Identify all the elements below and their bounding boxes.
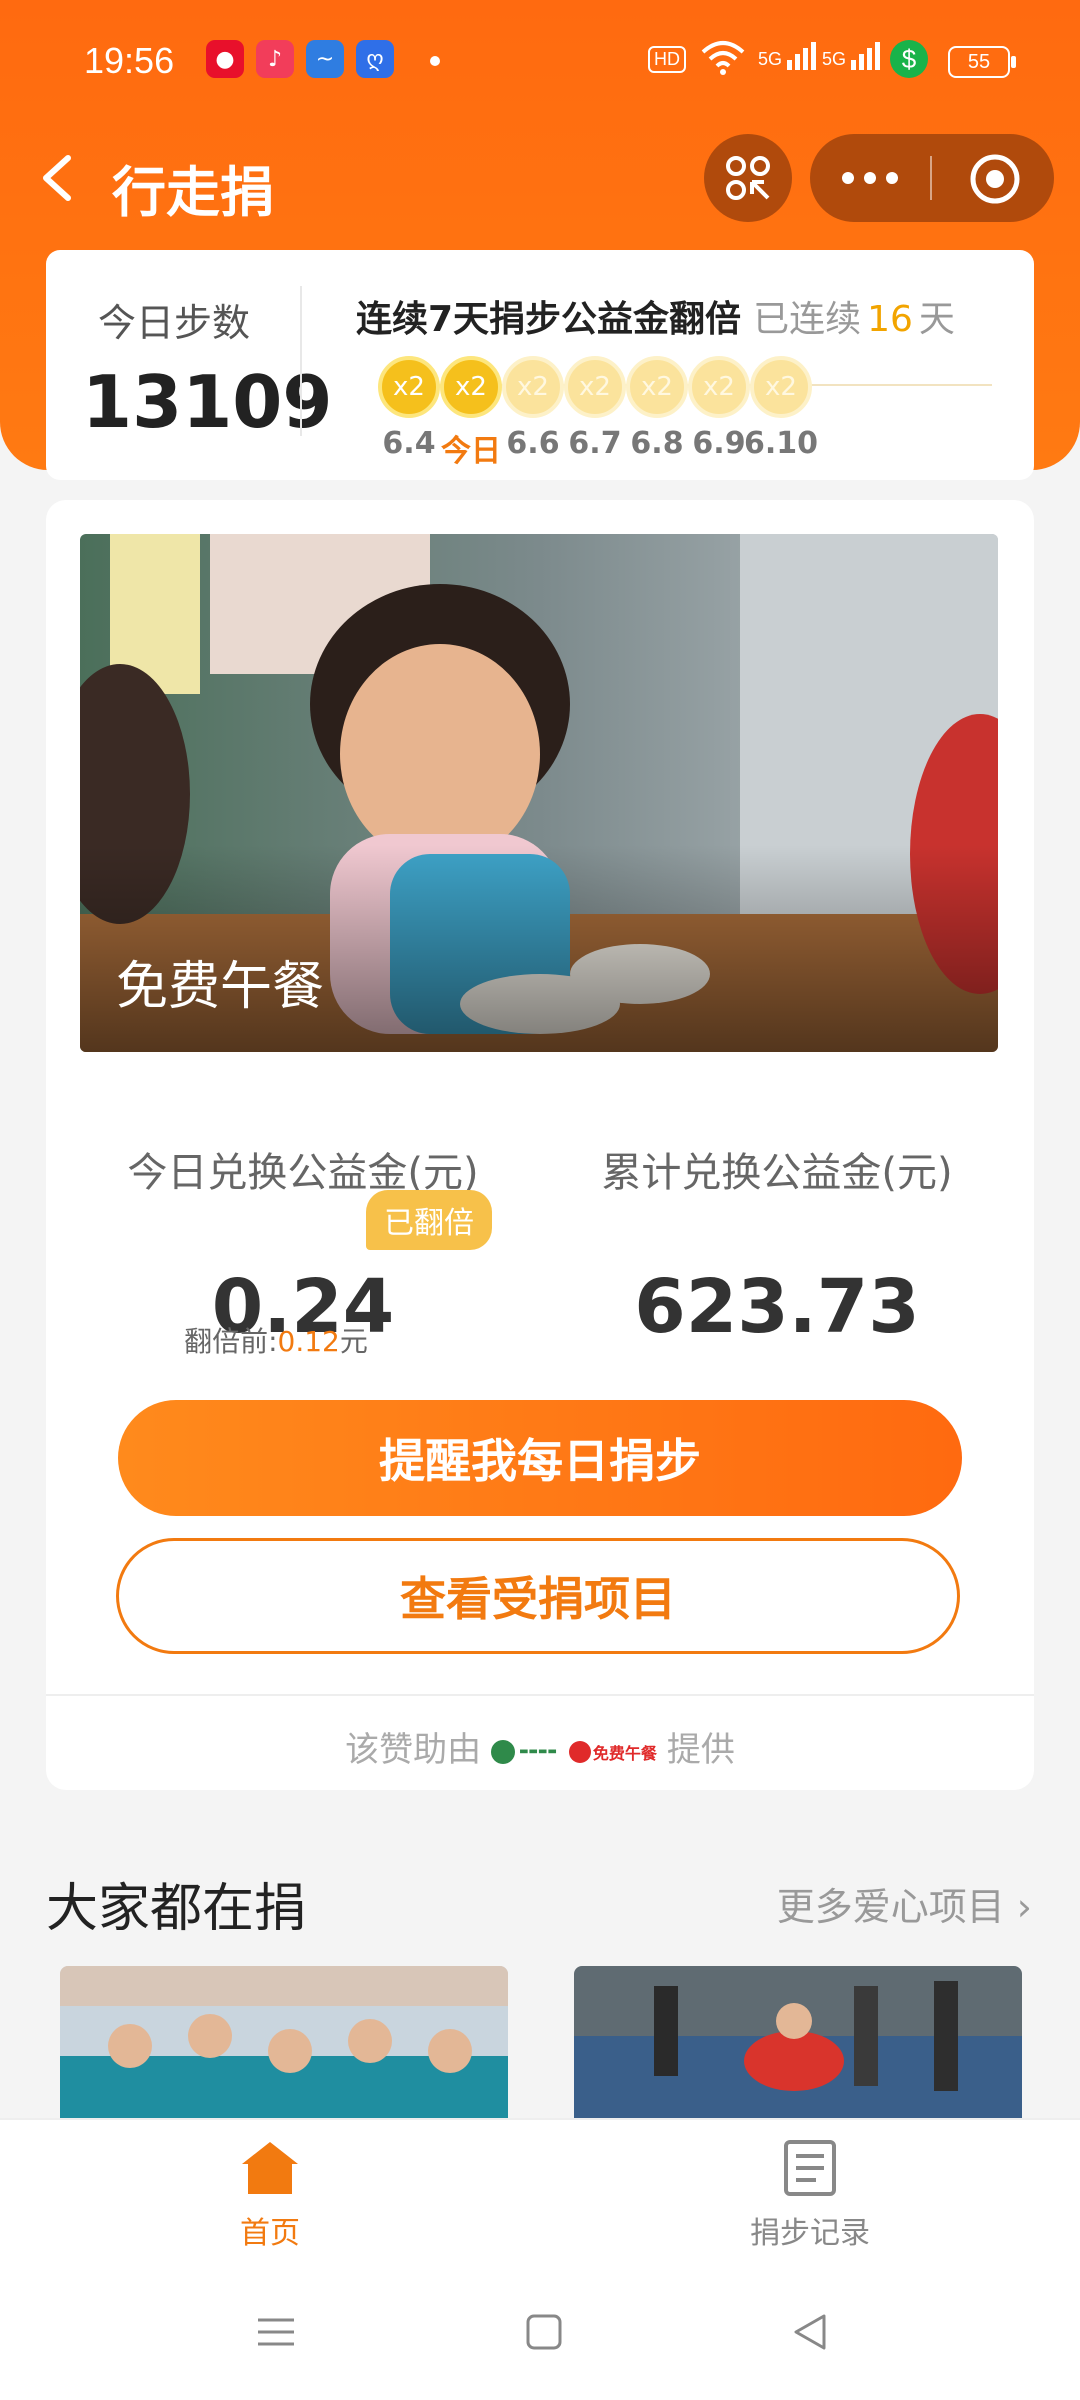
coin-day-icon: x2 [378,356,440,418]
foundation-logo-text: ▬▬▬▬ [519,1746,557,1757]
menu-icon[interactable] [256,2312,296,2356]
total-value: 623.73 [634,1264,920,1350]
before-unit: 元 [339,1325,368,1358]
coin-day-icon: x2 [440,356,502,418]
before-amount: 0.12 [277,1325,340,1358]
coin-day-icon: x2 [750,356,812,418]
document-icon [780,2140,840,2202]
dollar-icon: $ [890,40,928,78]
free-lunch-logo-icon [568,1740,591,1763]
before-label: 翻倍前: [184,1325,278,1358]
status-time: 19:56 [84,40,175,81]
link-icon [724,154,772,206]
streak-title: 连续7天捐步公益金翻倍 [356,299,742,340]
close-icon[interactable] [968,152,1022,210]
baidu-icon: ღ [356,40,394,78]
mini-program-capsule [810,134,1054,222]
coin-day-icon: x2 [626,356,688,418]
project-card: 免费午餐 今日兑换公益金(元) 0.24 已翻倍 翻倍前:0.12元 累计兑换公… [46,500,1034,1790]
section-title: 大家都在捐 [46,1879,307,1939]
capsule-divider [930,156,932,200]
steps-card: 今日步数 13109 连续7天捐步公益金翻倍 已连续 16 天 x2 6.4 x2 今… [46,250,1034,480]
steps-label: 今日步数 [98,301,251,345]
home-square-icon[interactable] [524,2312,564,2356]
streak-days: 16 [867,299,913,340]
more-projects-label: 更多爱心项目 [776,1885,1005,1929]
divider [46,1694,1034,1696]
status-bar: 19:56 ● ♪ ~ ღ HD 5G 5G $ 55 [0,0,1080,120]
battery-icon: 55 [948,46,1016,78]
tab-records-label: 捐步记录 [750,2216,870,2251]
project-caption: 免费午餐 [116,957,325,1017]
notification-dot [430,56,440,66]
coin-day-icon: x2 [564,356,626,418]
system-nav-bar [0,2268,1080,2400]
sponsor-line: 该赞助由 ▬▬▬▬ 免费午餐 提供 [46,1722,1034,1771]
doubled-badge: 已翻倍 [366,1190,492,1250]
back-triangle-icon[interactable] [790,2312,830,2356]
coin-date: 6.10 [743,426,819,461]
nav-bar: 行走捐 [0,130,1080,230]
free-lunch-logo-text: 免费午餐 [592,1743,657,1763]
total-stat: 累计兑换公益金(元) 623.73 [542,1140,1012,1350]
more-projects-link[interactable]: 更多爱心项目 › [777,1876,1032,1931]
before-double: 翻倍前:0.12元 [46,1320,476,1360]
tab-home-label: 首页 [240,2216,300,2251]
wifi-icon [700,38,746,82]
streak-suffix: 天 [918,299,955,340]
music-icon: ♪ [256,40,294,78]
coin-day-icon: x2 [502,356,564,418]
remind-button[interactable]: 提醒我每日捐步 [118,1400,962,1516]
divider [300,286,302,436]
tab-bar: 首页 捐步记录 [0,2118,1080,2270]
signal-2-icon: 5G [822,42,883,70]
sponsor-prefix: 该赞助由 [345,1730,482,1770]
view-project-button[interactable]: 查看受捐项目 [116,1538,960,1654]
steps-value: 13109 [82,360,333,444]
signal-1-icon: 5G [758,42,819,70]
hd-icon: HD [648,46,686,73]
streak-prefix: 已连续 [753,299,862,340]
total-label: 累计兑换公益金(元) [601,1150,953,1196]
back-icon[interactable] [32,148,92,208]
bird-icon: ~ [306,40,344,78]
streak-calendar: x2 6.4 x2 今日 x2 6.6 x2 6.7 x2 6.8 x2 6.9… [352,346,1032,469]
tab-home[interactable]: 首页 [170,2138,370,2252]
share-button[interactable] [704,134,792,222]
foundation-logo-icon [491,1739,516,1764]
project-thumbnail[interactable] [574,1966,1022,2126]
home-icon [238,2142,302,2202]
streak-info: 连续7天捐步公益金翻倍 已连续 16 天 [356,290,955,342]
project-thumbnail[interactable] [60,1966,508,2126]
project-photo[interactable]: 免费午餐 [80,534,998,1052]
sponsor-suffix: 提供 [666,1730,735,1770]
coin-day-icon: x2 [688,356,750,418]
tab-records[interactable]: 捐步记录 [710,2138,910,2252]
page-title: 行走捐 [112,161,274,224]
more-icon[interactable] [840,164,900,196]
chevron-right-icon: › [1016,1885,1032,1929]
taobao-icon: ● [206,40,244,78]
